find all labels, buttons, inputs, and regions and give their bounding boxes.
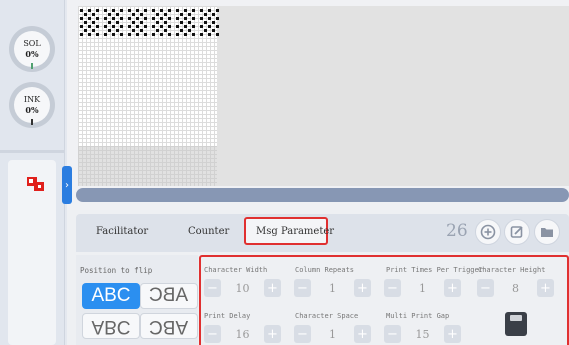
character-height-stepper[interactable]: − 8 + — [477, 278, 554, 298]
flip-mirror-button[interactable]: ABC — [140, 283, 198, 309]
flip-upside-down-text: ABC — [91, 316, 131, 337]
flip-upside-down-button[interactable]: ABC — [82, 313, 140, 339]
column-repeats-label: Column Repeats — [295, 266, 355, 274]
message-dot-pattern — [80, 9, 219, 36]
save-icon[interactable] — [505, 312, 527, 336]
character-space-decrement[interactable]: − — [294, 325, 311, 343]
print-times-label: Print Times Per Trigger — [386, 266, 483, 274]
column-repeats-decrement[interactable]: − — [294, 279, 311, 297]
solvent-gauge: SOL 0% — [9, 26, 55, 72]
print-delay-label: Print Delay — [204, 312, 251, 320]
print-delay-increment[interactable]: + — [264, 325, 281, 343]
rail-divider — [0, 150, 65, 153]
chevron-right-icon[interactable]: › — [62, 166, 72, 204]
character-width-label: Character Width — [204, 266, 268, 274]
column-repeats-stepper[interactable]: − 1 + — [294, 278, 371, 298]
ink-gauge-label: INK — [23, 95, 41, 104]
plus-circle-icon — [480, 224, 496, 240]
solvent-level-mark — [31, 63, 33, 69]
character-width-decrement[interactable]: − — [204, 279, 221, 297]
edit-button[interactable] — [504, 219, 530, 245]
character-space-label: Character Space — [295, 312, 359, 320]
edit-icon — [510, 226, 523, 238]
multi-print-gap-decrement[interactable]: − — [384, 325, 401, 343]
multi-print-gap-stepper[interactable]: − 15 + — [384, 324, 461, 344]
solvent-gauge-value: 0% — [25, 49, 39, 59]
flip-normal-text: ABC — [91, 285, 131, 306]
folder-icon — [541, 228, 553, 237]
print-delay-stepper[interactable]: − 16 + — [204, 324, 281, 344]
print-times-increment[interactable]: + — [444, 279, 461, 297]
character-space-increment[interactable]: + — [354, 325, 371, 343]
multi-print-gap-increment[interactable]: + — [444, 325, 461, 343]
tab-msg-parameter[interactable]: Msg Parameter — [256, 226, 334, 237]
print-times-decrement[interactable]: − — [384, 279, 401, 297]
character-width-stepper[interactable]: − 10 + — [204, 278, 281, 298]
print-delay-value[interactable]: 16 — [221, 328, 264, 341]
flip-position-label: Position to flip — [80, 266, 153, 275]
ink-level-mark — [31, 119, 33, 125]
character-height-value[interactable]: 8 — [494, 282, 537, 295]
solvent-gauge-label: SOL — [23, 39, 41, 48]
character-space-stepper[interactable]: − 1 + — [294, 324, 371, 344]
print-delay-decrement[interactable]: − — [204, 325, 221, 343]
column-repeats-increment[interactable]: + — [354, 279, 371, 297]
multi-print-gap-label: Multi Print Gap — [386, 312, 450, 320]
message-count: 26 — [446, 221, 468, 241]
tab-counter[interactable]: Counter — [188, 226, 229, 237]
tab-facilitator[interactable]: Facilitator — [96, 226, 148, 237]
flip-normal-button[interactable]: ABC — [82, 283, 140, 309]
ink-gauge-value: 0% — [25, 105, 39, 115]
multi-print-gap-value[interactable]: 15 — [401, 328, 444, 341]
save-icon-slot — [510, 315, 522, 321]
flip-rotate-text: ABC — [149, 316, 189, 337]
flip-rotate-button[interactable]: ABC — [140, 313, 198, 339]
add-button[interactable] — [475, 219, 501, 245]
column-repeats-value[interactable]: 1 — [311, 282, 354, 295]
character-width-increment[interactable]: + — [264, 279, 281, 297]
character-height-label: Character Height — [478, 266, 546, 274]
ink-gauge: INK 0% — [9, 82, 55, 128]
character-height-decrement[interactable]: − — [477, 279, 494, 297]
character-width-value[interactable]: 10 — [221, 282, 264, 295]
flip-mirror-text: ABC — [149, 285, 189, 306]
print-times-stepper[interactable]: − 1 + — [384, 278, 461, 298]
character-height-increment[interactable]: + — [537, 279, 554, 297]
print-times-value[interactable]: 1 — [401, 282, 444, 295]
horizontal-scrollbar[interactable] — [76, 188, 569, 202]
dot-grid-shaded — [78, 146, 217, 186]
open-button[interactable] — [534, 219, 560, 245]
flip-tool-icon[interactable] — [27, 177, 45, 192]
character-space-value[interactable]: 1 — [311, 328, 354, 341]
